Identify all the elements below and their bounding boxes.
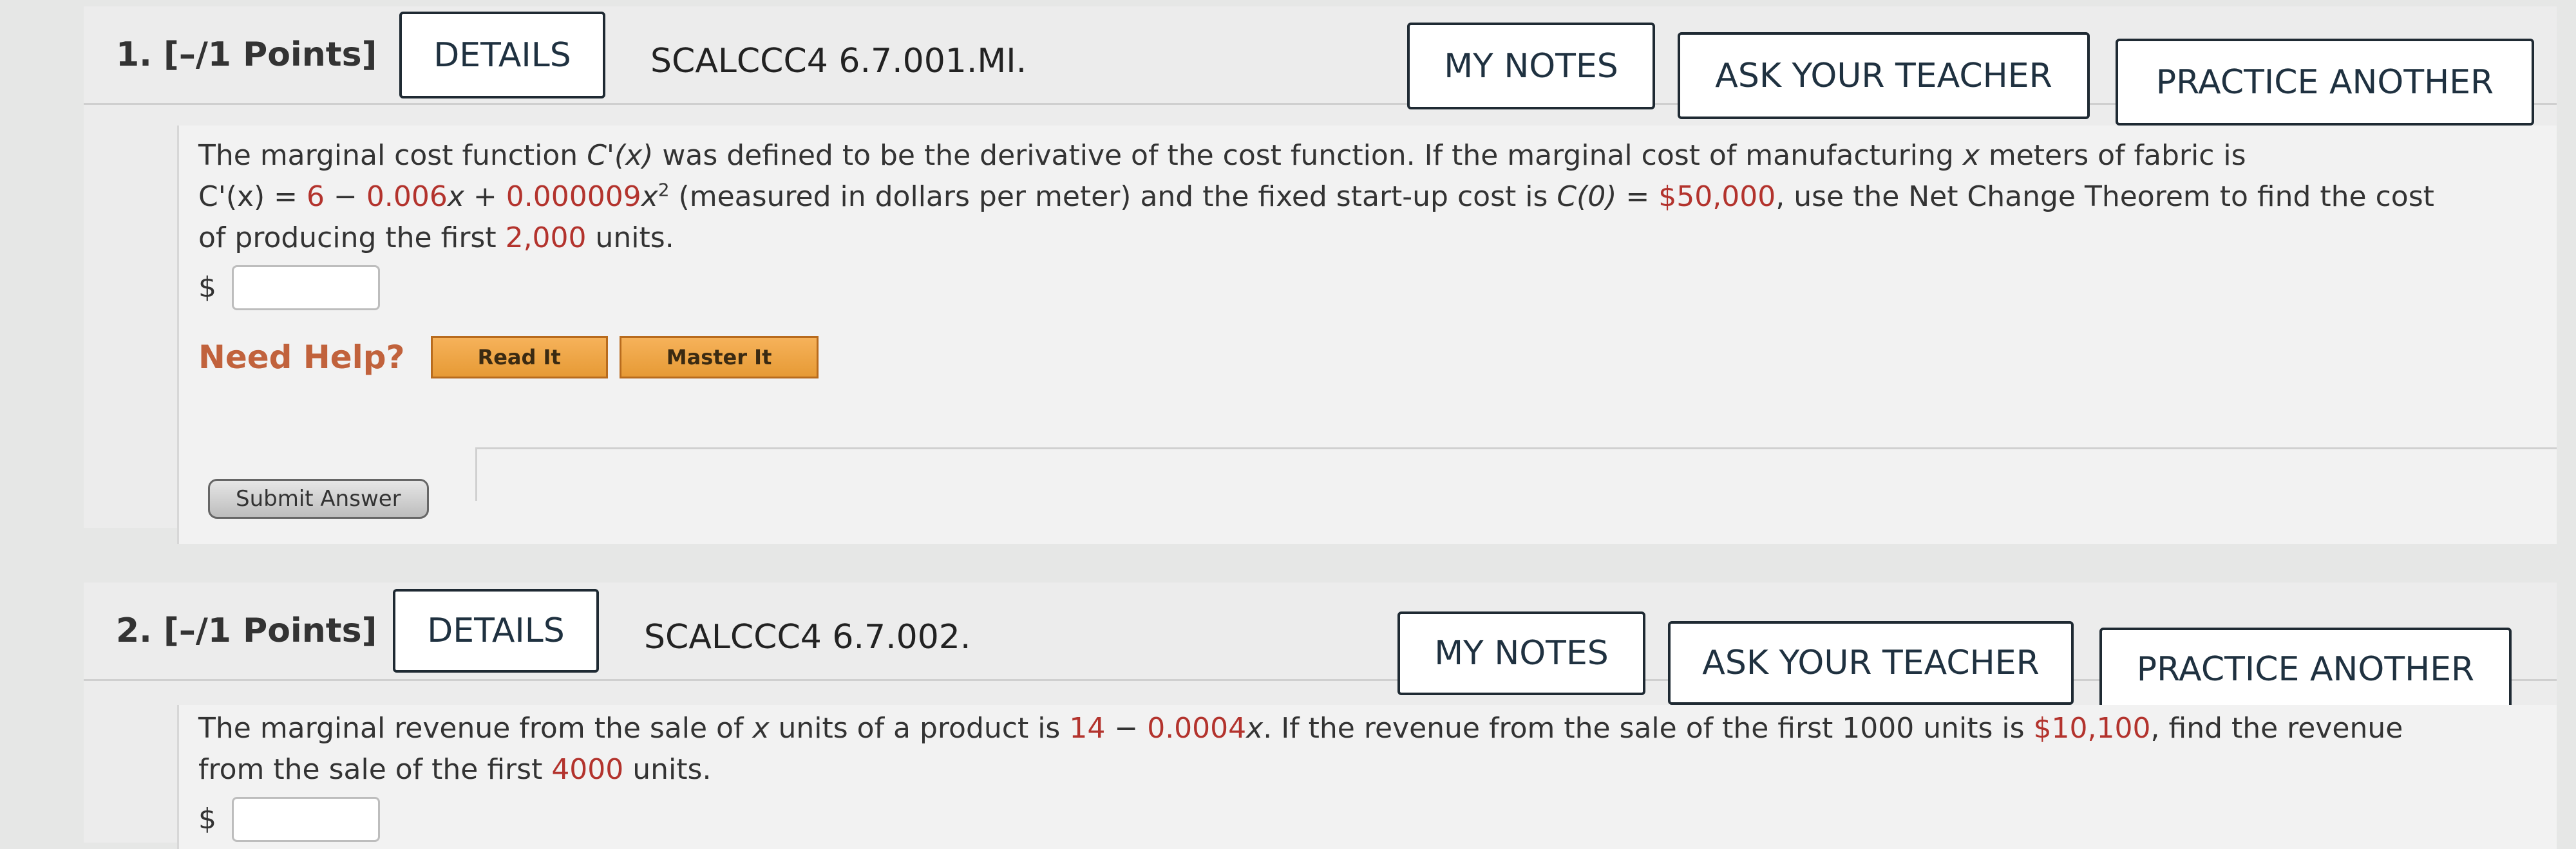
- question-1-header: 1. [–/1 Points] DETAILS SCALCCC4 6.7.001…: [84, 6, 2557, 126]
- question-2-header: 2. [–/1 Points] DETAILS SCALCCC4 6.7.002…: [84, 583, 2557, 711]
- my-notes-button[interactable]: MY NOTES: [1407, 23, 1655, 109]
- divider: [475, 447, 2557, 501]
- answer-row: $: [198, 797, 2537, 842]
- answer-row: $: [198, 265, 2537, 310]
- question-1-body: The marginal cost function C'(x) was def…: [177, 126, 2557, 544]
- ask-teacher-button[interactable]: ASK YOUR TEACHER: [1678, 32, 2090, 119]
- question-1: 1. [–/1 Points] DETAILS SCALCCC4 6.7.001…: [84, 6, 2557, 544]
- need-help-row: Need Help? Read It Master It: [198, 336, 2537, 378]
- question-2: 2. [–/1 Points] DETAILS SCALCCC4 6.7.002…: [84, 583, 2557, 849]
- dollar-sign: $: [198, 803, 216, 835]
- practice-another-button[interactable]: PRACTICE ANOTHER: [2099, 628, 2512, 711]
- question-1-text: The marginal cost function C'(x) was def…: [198, 139, 2434, 254]
- question-2-points: 2. [–/1 Points]: [116, 611, 377, 650]
- question-1-code: SCALCCC4 6.7.001.MI.: [650, 42, 1027, 80]
- submit-answer-button[interactable]: Submit Answer: [208, 479, 429, 519]
- practice-another-button[interactable]: PRACTICE ANOTHER: [2116, 39, 2534, 126]
- question-2-code: SCALCCC4 6.7.002.: [644, 618, 971, 657]
- my-notes-button[interactable]: MY NOTES: [1397, 611, 1645, 695]
- answer-input[interactable]: [232, 265, 380, 310]
- master-it-button[interactable]: Master It: [619, 336, 819, 378]
- question-2-body: The marginal revenue from the sale of x …: [177, 705, 2557, 849]
- ask-teacher-button[interactable]: ASK YOUR TEACHER: [1668, 621, 2074, 705]
- dollar-sign: $: [198, 271, 216, 304]
- question-2-text: The marginal revenue from the sale of x …: [198, 712, 2403, 786]
- question-1-points: 1. [–/1 Points]: [116, 35, 377, 74]
- need-help-label: Need Help?: [198, 339, 405, 376]
- answer-input[interactable]: [232, 797, 380, 842]
- details-button[interactable]: DETAILS: [393, 589, 599, 673]
- read-it-button[interactable]: Read It: [430, 336, 608, 378]
- details-button[interactable]: DETAILS: [399, 12, 605, 98]
